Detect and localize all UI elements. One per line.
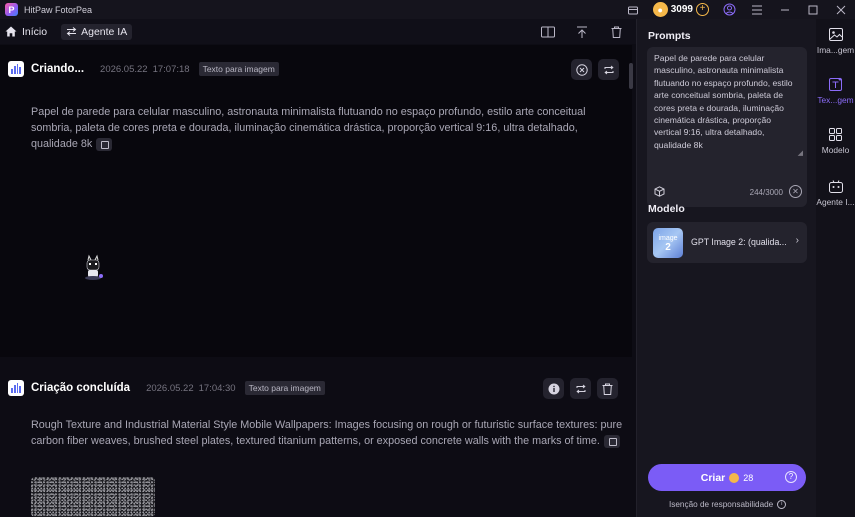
regenerate-icon [575, 384, 586, 393]
disclaimer-link[interactable]: Isenção de responsabilidade i [669, 500, 787, 509]
agent-icon [828, 178, 844, 194]
model-thumb-line2: 2 [665, 242, 671, 253]
prompt-text: Rough Texture and Industrial Material St… [31, 417, 626, 449]
prompt-text-content: Papel de parede para celular masculino, … [31, 106, 586, 150]
clear-prompt-icon[interactable]: ✕ [789, 185, 802, 198]
card-time: 17:04:30 [198, 382, 236, 394]
cancel-button[interactable] [571, 59, 592, 80]
title-bar: P HitPaw FotorPea ● 3099 + [0, 0, 855, 19]
home-icon [5, 26, 17, 37]
rail-item-agent[interactable]: Agente I... [816, 178, 855, 207]
prompt-input-text: Papel de parede para celular masculino, … [654, 53, 793, 150]
trash-icon[interactable] [606, 22, 626, 42]
scrollbar[interactable] [629, 63, 633, 89]
maximize-icon[interactable] [799, 0, 827, 19]
main-area: Início Agente IA Criando... 2026.05.22 1… [0, 19, 636, 517]
close-window-icon[interactable] [827, 0, 855, 19]
card-time: 17:07:18 [152, 63, 190, 75]
upload-top-icon[interactable] [572, 22, 592, 42]
home-label: Início [22, 25, 48, 38]
help-icon[interactable]: ? [785, 471, 797, 483]
task-icon [8, 61, 24, 77]
rail-item-text-to-image[interactable]: Tex...gem [816, 76, 855, 105]
info-icon: i [777, 500, 787, 509]
task-icon [8, 380, 24, 396]
agent-tab[interactable]: Agente IA [61, 23, 133, 40]
regenerate-button[interactable] [570, 378, 591, 399]
image-icon [828, 26, 844, 42]
info-icon [548, 383, 559, 394]
menu-icon[interactable] [743, 0, 771, 19]
model-thumbnail: image 2 [653, 228, 683, 258]
resize-grip-icon[interactable]: ◢ [798, 149, 803, 157]
coin-icon [729, 472, 740, 483]
tool-rail: Ima...gem Tex...gem Modelo Agente I... [816, 19, 855, 517]
generation-card-completed: Criação concluída 2026.05.22 17:04:30 Te… [0, 364, 632, 517]
rail-label: Agente I... [816, 197, 855, 207]
agent-label: Agente IA [81, 25, 128, 38]
app-logo-icon: P [5, 3, 18, 16]
create-button[interactable]: Criar 28 ? [648, 464, 806, 491]
rail-label: Tex...gem [817, 95, 854, 105]
copy-icon[interactable] [96, 137, 113, 151]
card-title: Criando... [31, 63, 85, 75]
model-name: GPT Image 2: (qualida... [691, 237, 787, 247]
model-selector[interactable]: image 2 GPT Image 2: (qualida... › [647, 222, 807, 263]
regenerate-button[interactable] [598, 59, 619, 80]
prompts-title: Prompts [648, 30, 691, 42]
coin-balance[interactable]: ● 3099 + [652, 2, 709, 17]
compare-icon[interactable] [538, 22, 558, 42]
result-image-thumbnail[interactable] [31, 477, 155, 517]
prompt-text-content: Rough Texture and Industrial Material St… [31, 419, 623, 447]
card-title: Criação concluída [31, 382, 131, 394]
text-to-image-icon [828, 76, 844, 92]
account-icon[interactable] [715, 0, 743, 19]
loading-mascot-icon [85, 254, 103, 280]
app-title: HitPaw FotorPea [24, 4, 93, 15]
rail-label: Modelo [821, 145, 850, 155]
add-coins-icon[interactable]: + [696, 3, 709, 16]
card-date: 2026.05.22 [146, 382, 194, 394]
minimize-icon[interactable] [771, 0, 799, 19]
coin-count: 3099 [670, 4, 693, 15]
char-count: 244/3000 [749, 188, 783, 197]
card-date: 2026.05.22 [100, 63, 148, 75]
prompt-text: Papel de parede para celular masculino, … [31, 104, 623, 152]
copy-icon[interactable] [603, 434, 620, 448]
cancel-icon [575, 63, 588, 76]
rail-item-model[interactable]: Modelo [816, 126, 855, 155]
task-type-badge: Texto para imagem [244, 381, 325, 395]
cube-icon[interactable] [654, 186, 665, 197]
model-title: Modelo [648, 203, 685, 215]
task-type-badge: Texto para imagem [198, 62, 279, 76]
create-label: Criar [700, 471, 726, 484]
settings-panel: Prompts Papel de parede para celular mas… [636, 19, 816, 517]
prompt-input[interactable]: Papel de parede para celular masculino, … [647, 47, 807, 207]
top-nav: Início Agente IA [0, 19, 636, 44]
delete-button[interactable] [597, 378, 618, 399]
regenerate-icon [603, 65, 614, 74]
rail-item-image[interactable]: Ima...gem [816, 26, 855, 55]
generation-card-creating: Criando... 2026.05.22 17:07:18 Texto par… [0, 45, 632, 357]
disclaimer-label: Isenção de responsabilidade [669, 500, 774, 509]
coin-icon: ● [652, 2, 668, 17]
chevron-right-icon: › [795, 235, 799, 246]
rail-label: Ima...gem [816, 45, 855, 55]
create-cost: 28 [743, 472, 754, 483]
trash-icon [602, 383, 613, 395]
model-grid-icon [828, 126, 844, 142]
gift-icon[interactable] [619, 0, 647, 19]
home-link[interactable]: Início [5, 26, 47, 38]
info-button[interactable] [543, 378, 564, 399]
swap-icon [66, 27, 77, 36]
